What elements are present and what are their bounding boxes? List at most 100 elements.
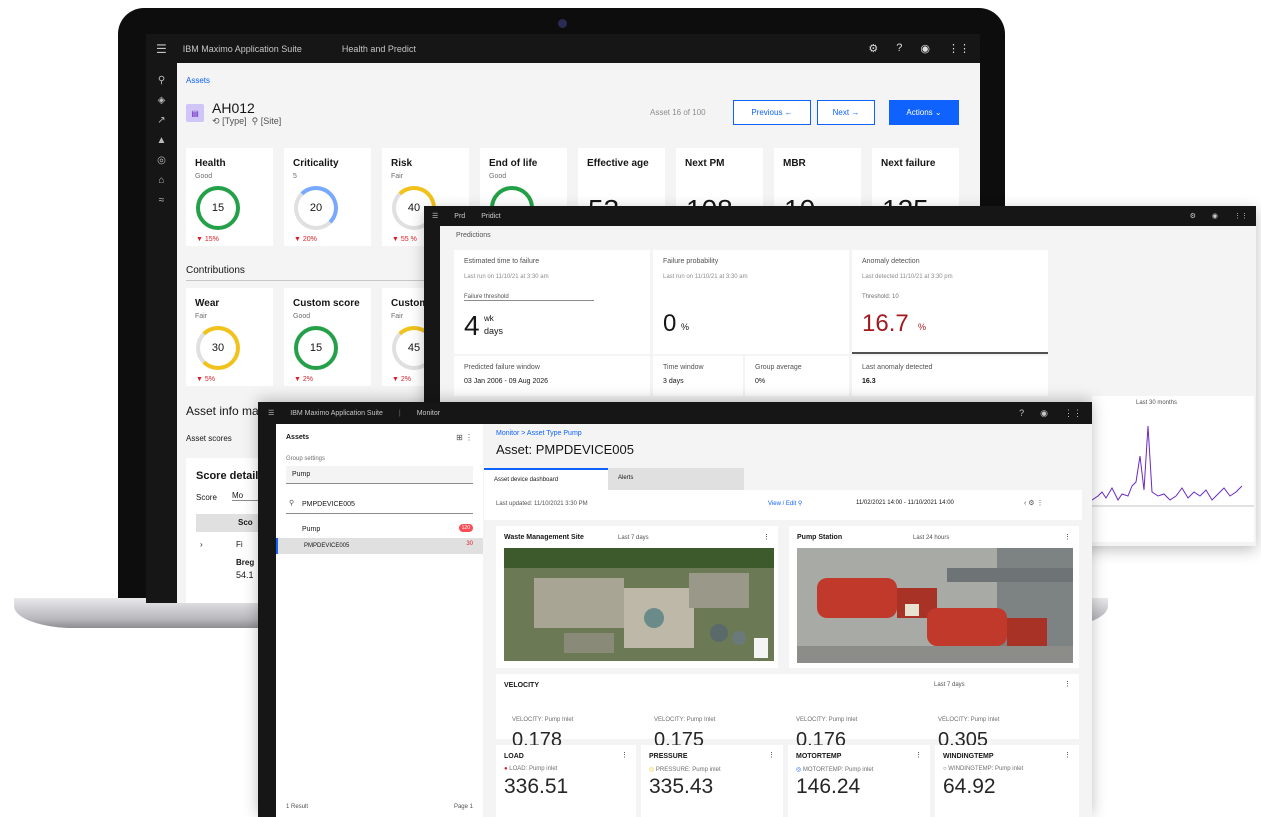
group-average-card: Group average 0%	[745, 356, 849, 396]
card-title: Effective age	[587, 158, 649, 169]
menu-icon[interactable]: ☰	[432, 212, 438, 220]
nav-monitor-icon[interactable]: ↗	[157, 115, 165, 126]
settings-icon[interactable]: ⚙	[1190, 212, 1196, 220]
tile-subtitle: ◎ PRESSURE: Pump inlet	[649, 767, 721, 773]
module-name: Pridict	[481, 212, 501, 220]
filter-icon[interactable]: View / Edit ⚲	[768, 500, 802, 507]
waste-management-tile[interactable]: Waste Management Site Last 7 days ⋮	[496, 526, 778, 668]
tile-menu-icon[interactable]: ⋮	[768, 751, 775, 759]
module-name[interactable]: Health and Predict	[342, 44, 416, 54]
panel-toolbar-icons[interactable]: ⊞ ⋮	[456, 433, 473, 442]
page-indicator: Page 1	[453, 804, 473, 810]
custom-score-card[interactable]: Custom score Good 15 ▼ 2%	[284, 288, 371, 386]
table-cell: Breg	[236, 558, 255, 567]
webcam	[558, 19, 567, 28]
breadcrumb[interactable]: Assets	[186, 76, 210, 85]
card-status: Good	[195, 173, 213, 180]
criticality-card[interactable]: Criticality 5 20 ▼ 20%	[284, 148, 371, 246]
actions-button[interactable]: Actions ⌄	[889, 100, 959, 125]
card-meta: Last run on 11/10/21 at 3:30 am	[663, 274, 748, 280]
score-ring: 15	[196, 186, 240, 230]
chevron-right-icon[interactable]: ›	[200, 540, 203, 549]
nav-dashboard-icon[interactable]: ⚲	[158, 75, 165, 86]
readout-label: VELOCITY: Pump Inlet	[654, 717, 716, 723]
tile-menu-icon[interactable]: ⋮	[915, 751, 922, 759]
health-card[interactable]: Health Good 15 ▼ 15%	[186, 148, 273, 246]
pump-station-tile[interactable]: Pump Station Last 24 hours ⋮	[789, 526, 1079, 668]
card-delta: ▼ 15%	[196, 236, 219, 243]
pump-photo-image	[797, 548, 1073, 663]
card-title: Estimated time to failure	[464, 258, 540, 265]
divider	[852, 352, 1048, 354]
threshold-select[interactable]: Failure threshold	[464, 294, 594, 301]
contributions-heading: Contributions	[186, 265, 245, 276]
card-delta: ▼ 5%	[196, 376, 215, 383]
tile-menu-icon[interactable]: ⋮	[1064, 680, 1071, 688]
asset-scores-tab[interactable]: Asset scores	[186, 434, 232, 443]
time-to-failure-card[interactable]: Estimated time to failure Last run on 11…	[454, 250, 650, 354]
settings-icon[interactable]: ⚙	[868, 42, 878, 55]
user-icon[interactable]: ◉	[1040, 408, 1048, 419]
card-value: 4	[464, 310, 480, 341]
time-window-picker[interactable]: 11/02/2021 14:00 - 11/10/2021 14:00	[856, 500, 954, 506]
pressure-tile[interactable]: PRESSURE ⋮ ◎ PRESSURE: Pump inlet 335.43	[641, 745, 783, 817]
app-switcher-icon[interactable]: ⋮⋮	[948, 42, 970, 55]
nav-tools-icon[interactable]: ⌂	[158, 175, 164, 186]
card-title: End of life	[489, 158, 538, 169]
motortemp-tile[interactable]: MOTORTEMP ⋮ ◎ MOTORTEMP: Pump inlet 146.…	[788, 745, 930, 817]
tile-range: Last 24 hours	[913, 535, 950, 541]
tile-menu-icon[interactable]: ⋮	[621, 751, 628, 759]
card-title: Next PM	[685, 158, 725, 169]
failure-window-card: Predicted failure window 03 Jan 2006 - 0…	[454, 356, 650, 396]
card-status: Good	[489, 173, 507, 180]
velocity-tile[interactable]: VELOCITY Last 7 days ⋮ VELOCITY: Pump In…	[496, 674, 1079, 751]
nav-wave-icon[interactable]: ≈	[159, 195, 165, 206]
group-dropdown[interactable]: Pump	[286, 466, 473, 484]
tile-title: Waste Management Site	[504, 534, 584, 541]
nav-location-icon[interactable]: ◎	[157, 155, 166, 166]
nav-assets-icon[interactable]: ◈	[158, 95, 166, 106]
list-item-asset[interactable]: PMPDEVICE005	[276, 538, 483, 554]
failure-probability-card[interactable]: Failure probability Last run on 11/10/21…	[653, 250, 849, 354]
load-tile[interactable]: LOAD ⋮ ● LOAD: Pump inlet 336.51	[496, 745, 636, 817]
anomaly-detection-card[interactable]: Anomaly detection Last detected 11/10/21…	[852, 250, 1048, 354]
previous-button[interactable]: Previous ←	[733, 100, 811, 125]
app-switcher-icon[interactable]: ⋮⋮	[1064, 408, 1082, 419]
tab-alerts[interactable]: Alerts	[608, 468, 744, 490]
nav-factory-icon[interactable]: ▲	[157, 135, 167, 146]
menu-icon[interactable]: ☰	[268, 409, 274, 417]
tile-menu-icon[interactable]: ⋮	[1064, 751, 1071, 759]
last-updated: Last updated: 11/10/2021 3:30 PM	[496, 501, 588, 507]
tile-value: 146.24	[796, 775, 861, 798]
user-icon[interactable]: ◉	[1212, 212, 1218, 220]
time-window-card[interactable]: Time window 3 days	[653, 356, 743, 396]
app-title: Prd	[454, 212, 466, 220]
asset-count: Asset 16 of 100	[650, 108, 706, 117]
card-unit: wk	[484, 314, 494, 323]
help-icon[interactable]: ?	[1019, 408, 1024, 418]
menu-icon[interactable]: ☰	[156, 42, 167, 56]
module-name[interactable]: Monitor	[417, 410, 440, 417]
tile-menu-icon[interactable]: ⋮	[1064, 533, 1071, 541]
time-window-select[interactable]: 3 days	[663, 378, 684, 385]
score-details-title: Score detail	[196, 470, 259, 482]
windingtemp-tile[interactable]: WINDINGTEMP ⋮ ○ WINDINGTEMP: Pump inlet …	[935, 745, 1079, 817]
breadcrumb[interactable]: Monitor > Asset Type Pump	[496, 430, 582, 437]
app-switcher-icon[interactable]: ⋮⋮	[1234, 212, 1248, 220]
asset-search-input[interactable]: PMPDEVICE005	[286, 496, 473, 514]
asset-title: Asset: PMPDEVICE005	[496, 442, 634, 457]
toolbar-icons[interactable]: ‹ ⚙ ⋮	[1024, 499, 1044, 507]
list-group-pump[interactable]: Pump	[286, 522, 473, 538]
next-button[interactable]: Next →	[817, 100, 875, 125]
help-icon[interactable]: ?	[896, 42, 902, 55]
predictions-heading: Predictions	[456, 232, 491, 239]
card-unit: %	[681, 322, 690, 332]
card-title: Failure probability	[663, 258, 719, 265]
tab-asset-device-dashboard[interactable]: Asset device dashboard	[484, 468, 608, 490]
card-status: Good	[293, 313, 311, 320]
user-icon[interactable]: ◉	[920, 42, 930, 55]
score-ring: 15	[294, 326, 338, 370]
last-anomaly-card: Last anomaly detected 16.3	[852, 356, 1048, 396]
wear-card[interactable]: Wear Fair 30 ▼ 5%	[186, 288, 273, 386]
tile-menu-icon[interactable]: ⋮	[763, 533, 770, 541]
